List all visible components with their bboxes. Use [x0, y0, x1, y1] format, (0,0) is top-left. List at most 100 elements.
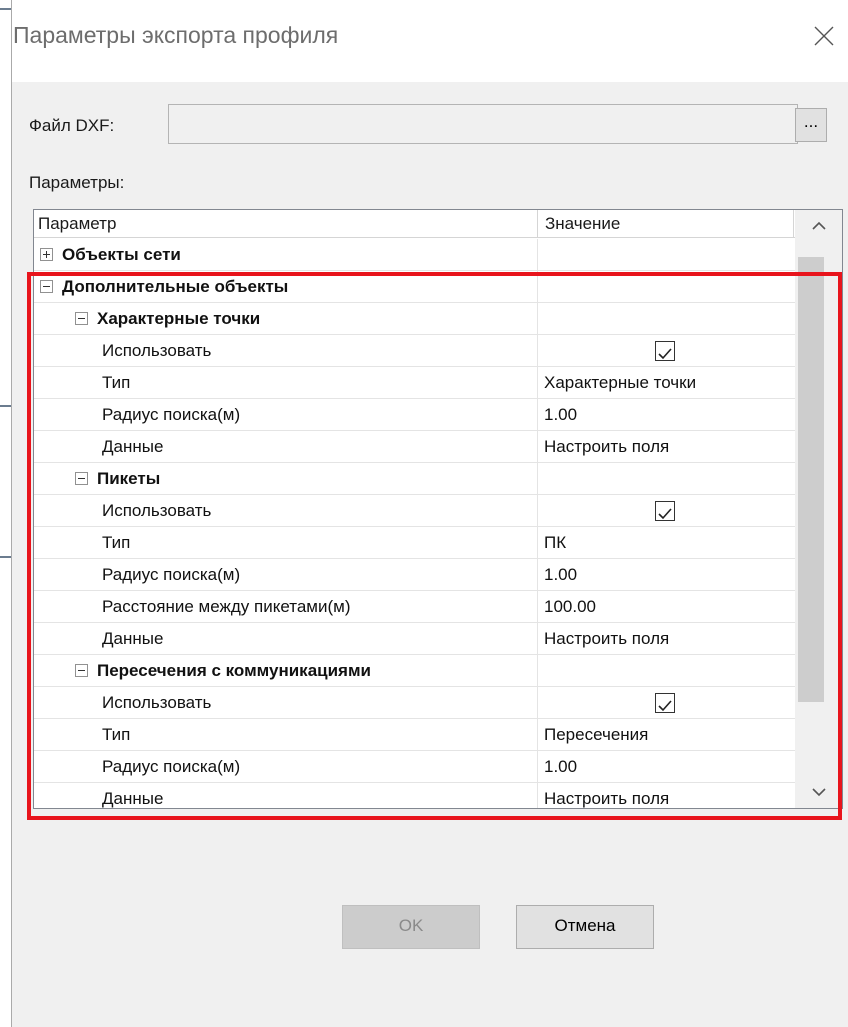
value-cell[interactable]: Характерные точки — [539, 367, 795, 398]
value-cell — [539, 335, 795, 366]
param-label: Использовать — [102, 341, 212, 360]
checkmark-icon — [658, 348, 672, 360]
background-edge-mark — [0, 8, 11, 10]
group-label: Характерные точки — [97, 309, 261, 328]
scroll-thumb[interactable] — [798, 257, 824, 702]
param-cell: Использовать — [34, 495, 538, 526]
property-row[interactable]: Использовать — [34, 495, 795, 527]
ok-button[interactable]: OK — [342, 905, 480, 949]
chevron-down-icon — [811, 788, 826, 797]
property-row[interactable]: Радиус поиска(м) 1.00 — [34, 399, 795, 431]
property-row[interactable]: Использовать — [34, 687, 795, 719]
value-cell[interactable]: 1.00 — [539, 559, 795, 590]
use-checkbox[interactable] — [655, 501, 675, 521]
value-cell[interactable]: Пересечения — [539, 719, 795, 750]
group-row[interactable]: Объекты сети — [34, 239, 795, 271]
grid-header: Параметр Значение — [34, 210, 842, 238]
scroll-up-button[interactable] — [795, 210, 842, 242]
param-label: Тип — [102, 533, 131, 552]
param-label: Данные — [102, 629, 164, 648]
param-cell: Объекты сети — [34, 239, 538, 270]
title-bar: Параметры экспорта профиля — [12, 0, 848, 82]
background-edge-mark — [0, 556, 11, 558]
close-icon — [814, 26, 834, 46]
param-label: Данные — [102, 789, 164, 808]
param-label: Использовать — [102, 501, 212, 520]
property-row[interactable]: Использовать — [34, 335, 795, 367]
grid-rows: Объекты сети Дополнительные объекты Характ… — [34, 239, 795, 808]
param-cell: Радиус поиска(м) — [34, 559, 538, 590]
cancel-button[interactable]: Отмена — [516, 905, 654, 949]
browse-button[interactable]: ... — [795, 108, 827, 142]
param-cell: Тип — [34, 527, 538, 558]
collapse-icon[interactable] — [75, 472, 88, 485]
param-cell: Пикеты — [34, 463, 538, 494]
property-grid: Параметр Значение Объекты сети Дополнител… — [33, 209, 843, 809]
checkmark-icon — [658, 508, 672, 520]
use-checkbox[interactable] — [655, 693, 675, 713]
checkmark-icon — [658, 700, 672, 712]
group-label: Дополнительные объекты — [62, 277, 289, 296]
param-cell: Характерные точки — [34, 303, 538, 334]
param-cell: Расстояние между пикетами(м) — [34, 591, 538, 622]
property-row[interactable]: Данные Настроить поля — [34, 431, 795, 463]
property-row[interactable]: Радиус поиска(м) 1.00 — [34, 751, 795, 783]
param-label: Радиус поиска(м) — [102, 405, 241, 424]
expand-icon[interactable] — [40, 248, 53, 261]
group-row[interactable]: Характерные точки — [34, 303, 795, 335]
param-cell: Дополнительные объекты — [34, 271, 538, 302]
param-cell: Радиус поиска(м) — [34, 399, 538, 430]
value-cell[interactable]: 100.00 — [539, 591, 795, 622]
collapse-icon[interactable] — [40, 280, 53, 293]
use-checkbox[interactable] — [655, 341, 675, 361]
param-cell: Использовать — [34, 335, 538, 366]
group-row[interactable]: Пересечения с коммуникациями — [34, 655, 795, 687]
group-row[interactable]: Дополнительные объекты — [34, 271, 795, 303]
group-label: Объекты сети — [62, 245, 181, 264]
value-cell[interactable]: Настроить поля — [539, 783, 795, 808]
group-row[interactable]: Пикеты — [34, 463, 795, 495]
file-label: Файл DXF: — [29, 116, 115, 135]
param-cell: Данные — [34, 783, 538, 808]
value-cell — [539, 495, 795, 526]
dxf-file-input[interactable] — [168, 104, 798, 144]
vertical-scrollbar[interactable] — [795, 210, 842, 808]
background-edge-mark — [0, 405, 11, 407]
value-cell[interactable]: 1.00 — [539, 751, 795, 782]
group-label: Пересечения с коммуникациями — [97, 661, 371, 680]
property-row[interactable]: Тип Характерные точки — [34, 367, 795, 399]
param-cell: Тип — [34, 367, 538, 398]
property-row[interactable]: Тип Пересечения — [34, 719, 795, 751]
scroll-down-button[interactable] — [795, 776, 842, 808]
params-label: Параметры: — [29, 173, 125, 192]
param-cell: Тип — [34, 719, 538, 750]
property-row[interactable]: Данные Настроить поля — [34, 623, 795, 655]
column-header-param[interactable]: Параметр — [34, 210, 538, 238]
dialog-title: Параметры экспорта профиля — [13, 22, 339, 48]
collapse-icon[interactable] — [75, 664, 88, 677]
param-cell: Данные — [34, 431, 538, 462]
property-row[interactable]: Данные Настроить поля — [34, 783, 795, 808]
property-row[interactable]: Расстояние между пикетами(м) 100.00 — [34, 591, 795, 623]
property-row[interactable]: Радиус поиска(м) 1.00 — [34, 559, 795, 591]
close-button[interactable] — [802, 14, 846, 58]
value-cell[interactable]: Настроить поля — [539, 431, 795, 462]
value-cell — [539, 687, 795, 718]
param-cell: Данные — [34, 623, 538, 654]
collapse-icon[interactable] — [75, 312, 88, 325]
export-dialog: Параметры экспорта профиля Файл DXF: ...… — [11, 0, 848, 1027]
value-cell[interactable]: ПК — [539, 527, 795, 558]
param-label: Данные — [102, 437, 164, 456]
param-label: Радиус поиска(м) — [102, 757, 241, 776]
value-cell[interactable]: Настроить поля — [539, 623, 795, 654]
param-cell: Пересечения с коммуникациями — [34, 655, 538, 686]
param-cell: Использовать — [34, 687, 538, 718]
column-header-value[interactable]: Значение — [539, 210, 794, 238]
param-label: Использовать — [102, 693, 212, 712]
value-cell[interactable]: 1.00 — [539, 399, 795, 430]
chevron-up-icon — [811, 221, 826, 230]
param-label: Радиус поиска(м) — [102, 565, 241, 584]
param-label: Тип — [102, 373, 131, 392]
property-row[interactable]: Тип ПК — [34, 527, 795, 559]
param-label: Расстояние между пикетами(м) — [102, 597, 351, 616]
